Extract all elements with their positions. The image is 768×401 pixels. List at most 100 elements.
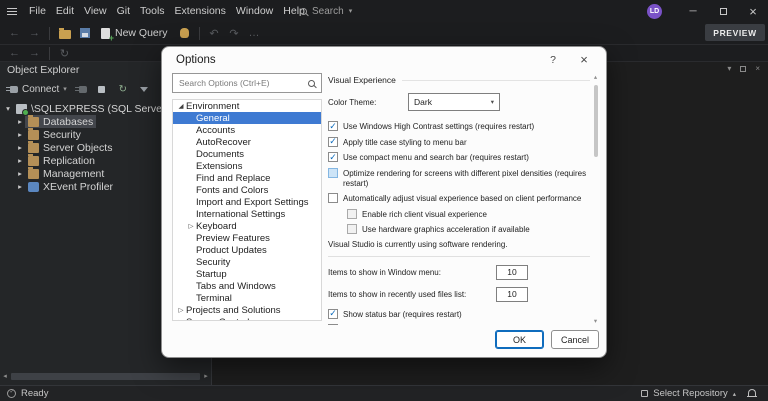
checkbox-row[interactable]: ✓ Optimize rendering for screens with di… — [328, 168, 590, 189]
options-nav-item[interactable]: General — [173, 112, 321, 124]
redo-icon[interactable]: ↷ — [225, 25, 244, 42]
checkbox-row[interactable]: ✓ Close button affects active tool windo… — [328, 324, 590, 325]
refresh-icon[interactable]: ↻ — [55, 45, 74, 62]
menu-item[interactable]: Edit — [51, 0, 79, 22]
scroll-down-icon[interactable]: ▾ — [590, 317, 601, 325]
checkbox[interactable]: ✓ — [328, 121, 338, 131]
expander-icon[interactable] — [15, 182, 25, 191]
options-nav-item[interactable]: Tabs and Windows — [173, 280, 321, 292]
checkbox[interactable]: ✓ — [328, 193, 338, 203]
options-nav-item[interactable]: Fonts and Colors — [173, 184, 321, 196]
menu-item[interactable]: Extensions — [170, 0, 231, 22]
navigate-back-icon[interactable]: ← — [5, 25, 24, 42]
navigate-forward-icon[interactable]: → — [25, 25, 44, 42]
notifications-bell-icon[interactable] — [748, 389, 756, 396]
open-file-icon[interactable] — [55, 25, 74, 42]
menu-item[interactable]: Tools — [135, 0, 170, 22]
undo-icon[interactable]: ↶ — [205, 25, 224, 42]
options-search[interactable] — [172, 73, 322, 93]
float-window-icon[interactable] — [740, 66, 746, 72]
chevron-down-icon[interactable]: ▾ — [727, 64, 731, 73]
scrollbar-thumb[interactable] — [594, 85, 598, 157]
checkbox[interactable]: ✓ — [347, 224, 357, 234]
history-forward-icon[interactable]: → — [25, 45, 44, 62]
select-repository-button[interactable]: Select Repository ▴ — [641, 388, 736, 399]
database-icon[interactable] — [175, 25, 194, 42]
options-nav-item[interactable]: Projects and Solutions — [173, 304, 321, 316]
scroll-right-icon[interactable]: ▸ — [202, 372, 210, 380]
checkbox[interactable]: ✓ — [328, 324, 338, 325]
tree-item-body[interactable]: Security — [25, 128, 84, 141]
checkbox[interactable]: ✓ — [328, 168, 338, 178]
options-nav-item[interactable]: Keyboard — [173, 220, 321, 232]
cancel-button[interactable]: Cancel — [551, 330, 599, 349]
avatar[interactable]: LD — [647, 4, 662, 19]
titlebar-search[interactable]: Search ▾ — [300, 0, 352, 22]
options-nav-item[interactable]: International Settings — [173, 208, 321, 220]
options-nav-item[interactable]: Accounts — [173, 124, 321, 136]
dialog-close-button[interactable]: × — [576, 52, 592, 67]
expander-icon[interactable] — [15, 143, 25, 152]
options-nav-item[interactable]: Startup — [173, 268, 321, 280]
checkbox-row[interactable]: ✓ Automatically adjust visual experience… — [328, 193, 590, 204]
expander-icon[interactable] — [15, 169, 25, 178]
maximize-button[interactable] — [708, 0, 738, 22]
options-nav-item[interactable]: Terminal — [173, 292, 321, 304]
tree-item-body[interactable]: Databases — [25, 115, 96, 128]
filter-icon[interactable] — [137, 82, 151, 96]
expander-icon[interactable] — [15, 130, 25, 139]
new-query-button[interactable]: New Query — [95, 24, 174, 43]
connect-button[interactable]: Connect ▾ — [6, 84, 67, 95]
horizontal-scrollbar[interactable]: ◂ ▸ — [0, 371, 211, 381]
menu-item[interactable]: View — [79, 0, 112, 22]
tree-item-body[interactable]: Management — [25, 167, 107, 180]
options-nav-item[interactable]: Product Updates — [173, 244, 321, 256]
options-nav-item[interactable]: AutoRecover — [173, 136, 321, 148]
window-menu-count-input[interactable] — [496, 265, 528, 280]
hamburger-menu-icon[interactable] — [0, 0, 24, 22]
options-nav-item[interactable]: Documents — [173, 148, 321, 160]
close-pane-icon[interactable]: × — [755, 64, 760, 73]
checkbox-row[interactable]: ✓ Use hardware graphics acceleration if … — [347, 224, 590, 235]
tree-item-body[interactable]: XEvent Profiler — [25, 180, 116, 193]
tree-item-body[interactable]: Replication — [25, 154, 98, 167]
checkbox-row[interactable]: ✓ Apply title case styling to menu bar — [328, 137, 590, 148]
ok-button[interactable]: OK — [495, 330, 544, 349]
preview-badge[interactable]: PREVIEW — [705, 24, 765, 41]
dialog-scrollbar[interactable]: ▴ ▾ — [590, 73, 601, 325]
stop-icon[interactable] — [95, 82, 109, 96]
dialog-help-button[interactable]: ? — [546, 54, 560, 66]
checkbox[interactable]: ✓ — [328, 137, 338, 147]
save-icon[interactable] — [75, 25, 94, 42]
checkbox[interactable]: ✓ — [328, 152, 338, 162]
options-search-input[interactable] — [179, 78, 304, 88]
expander-icon[interactable] — [15, 117, 25, 126]
options-nav-item[interactable]: Extensions — [173, 160, 321, 172]
checkbox[interactable]: ✓ — [328, 309, 338, 319]
checkbox-row[interactable]: ✓ Use compact menu and search bar (requi… — [328, 152, 590, 163]
expander-icon[interactable] — [3, 104, 13, 113]
menu-item[interactable]: File — [24, 0, 51, 22]
menu-item[interactable]: Git — [112, 0, 135, 22]
options-nav-item[interactable]: Preview Features — [173, 232, 321, 244]
options-nav-item[interactable]: Security — [173, 256, 321, 268]
scroll-up-icon[interactable]: ▴ — [590, 73, 601, 81]
options-nav-item[interactable]: Environment — [173, 100, 321, 112]
history-back-icon[interactable]: ← — [5, 45, 24, 62]
scroll-left-icon[interactable]: ◂ — [1, 372, 9, 380]
disconnect-icon[interactable] — [74, 82, 88, 96]
options-nav-item[interactable]: Import and Export Settings — [173, 196, 321, 208]
checkbox-row[interactable]: ✓ Show status bar (requires restart) — [328, 309, 590, 320]
options-nav-item[interactable]: Find and Replace — [173, 172, 321, 184]
expander-icon[interactable] — [15, 156, 25, 165]
tree-item-body[interactable]: Server Objects — [25, 141, 115, 154]
options-nav-item[interactable]: Source Control — [173, 316, 321, 321]
checkbox-row[interactable]: ✓ Enable rich client visual experience — [347, 209, 590, 220]
scrollbar-thumb[interactable] — [11, 373, 200, 380]
menu-item[interactable]: Window — [231, 0, 278, 22]
checkbox[interactable]: ✓ — [347, 209, 357, 219]
recent-files-count-input[interactable] — [496, 287, 528, 302]
color-theme-select[interactable]: Dark ▾ — [408, 93, 500, 111]
minimize-button[interactable]: ─ — [678, 0, 708, 22]
checkbox-row[interactable]: ✓ Use Windows High Contrast settings (re… — [328, 121, 590, 132]
